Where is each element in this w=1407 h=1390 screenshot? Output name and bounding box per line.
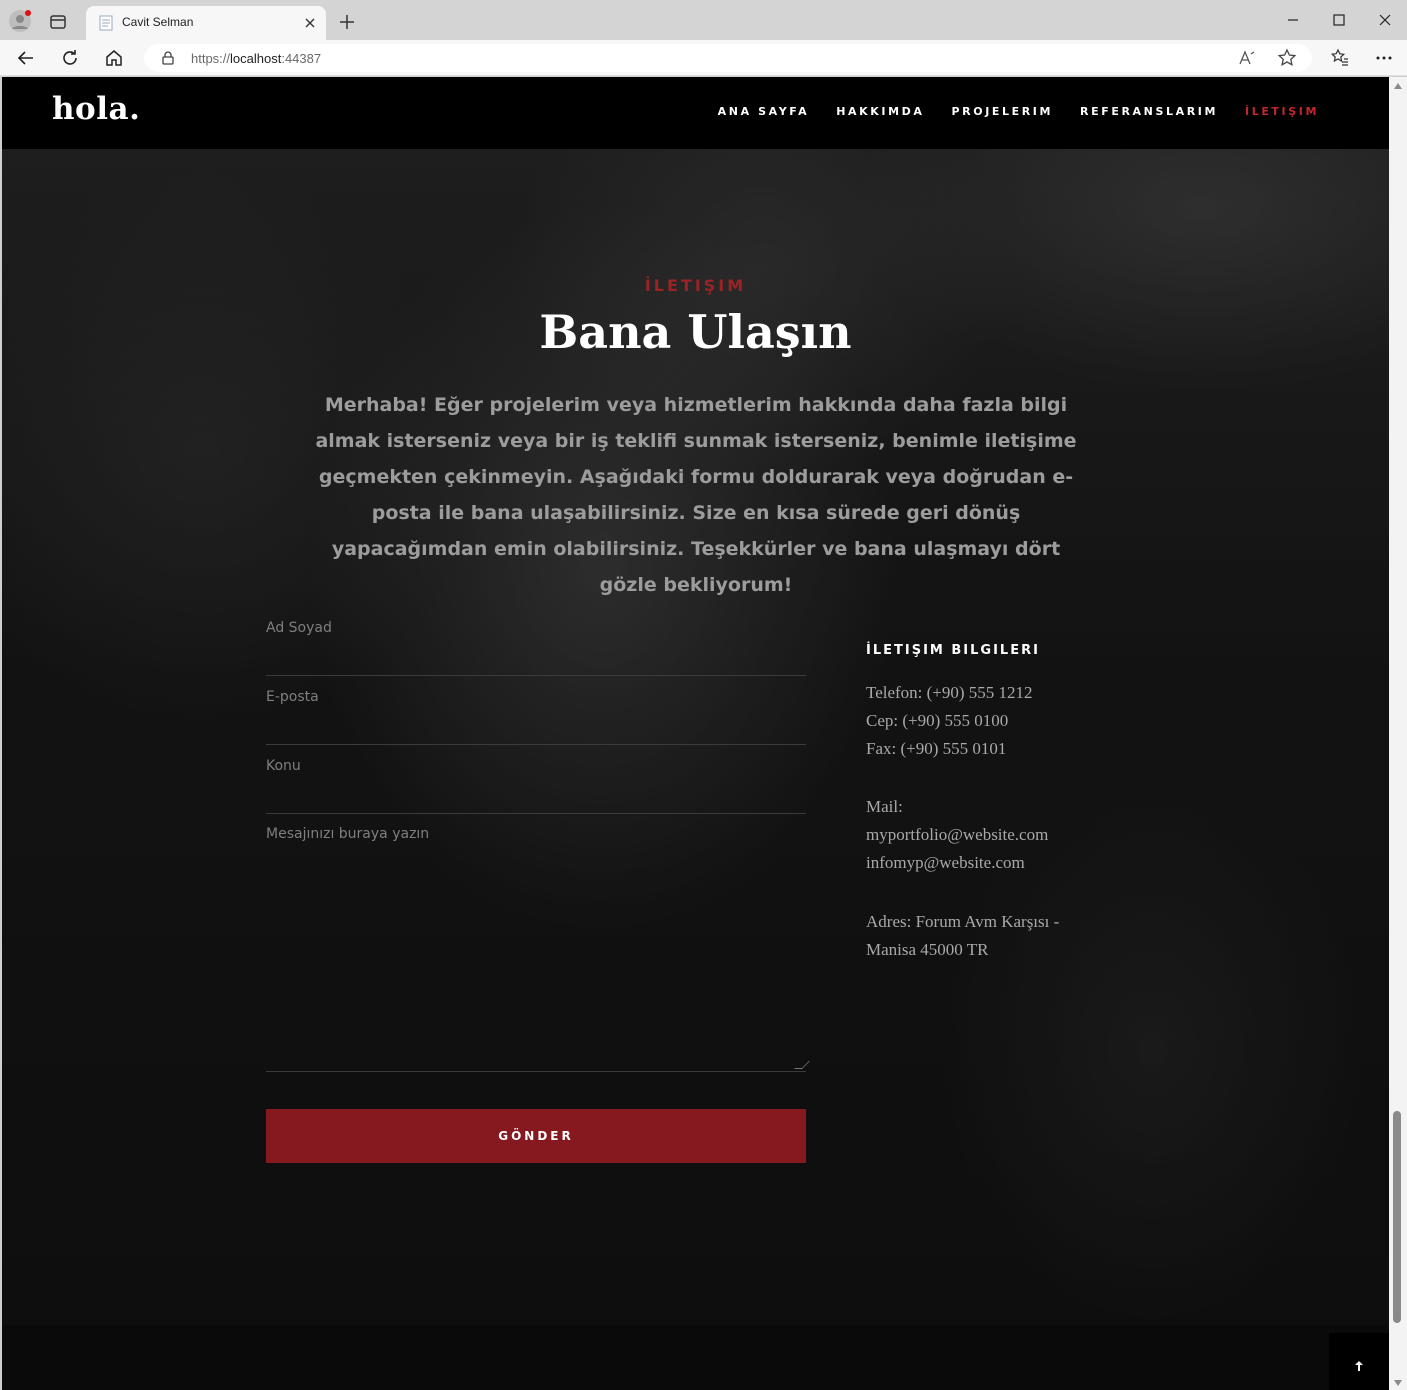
browser-tab-bar: Cavit Selman <box>0 0 1407 40</box>
scroll-up-arrow-icon[interactable] <box>1394 83 1402 89</box>
nav-link-home[interactable]: ANA SAYFA <box>718 105 810 118</box>
mail-address-primary[interactable]: myportfolio@website.com <box>866 821 1096 849</box>
lock-icon[interactable] <box>160 50 176 66</box>
address-line-1: Adres: Forum Avm Karşısı - <box>866 912 1060 931</box>
site-logo[interactable]: hola. <box>52 91 140 127</box>
section-eyebrow: İLETIŞIM <box>644 276 747 295</box>
section-title: Bana Ulaşın <box>539 305 852 359</box>
nav-link-projects[interactable]: PROJELERIM <box>952 105 1054 118</box>
fax-text: Fax: (+90) 555 0101 <box>866 739 1007 758</box>
page-scrollbar[interactable] <box>1389 77 1407 1390</box>
contact-info: İLETIŞIM BILGILERI Telefon: (+90) 555 12… <box>866 643 1096 964</box>
more-menu-icon[interactable] <box>1374 48 1394 68</box>
scroll-down-arrow-icon[interactable] <box>1394 1380 1402 1386</box>
close-tab-icon[interactable] <box>302 15 318 31</box>
scrollbar-thumb[interactable] <box>1393 1111 1401 1323</box>
email-field-wrapper <box>266 676 806 745</box>
tab-actions-icon[interactable] <box>48 12 68 32</box>
contact-form <box>266 607 810 1072</box>
url-text: https://localhost:44387 <box>191 51 322 66</box>
new-tab-icon[interactable] <box>337 12 357 32</box>
phone-text: Telefon: (+90) 555 1212 <box>866 683 1033 702</box>
close-window-icon[interactable] <box>1375 10 1395 30</box>
page-viewport: hola. ANA SAYFA HAKKIMDA PROJELERIM REFE… <box>2 77 1389 1390</box>
contact-info-details: Telefon: (+90) 555 1212 Cep: (+90) 555 0… <box>866 679 1096 964</box>
email-input[interactable] <box>266 689 806 705</box>
home-icon[interactable] <box>104 48 124 68</box>
nav-link-about[interactable]: HAKKIMDA <box>836 105 924 118</box>
tab-title: Cavit Selman <box>122 15 194 29</box>
address-line-2: Manisa 45000 TR <box>866 940 989 959</box>
refresh-icon[interactable] <box>60 48 80 68</box>
mail-address-secondary[interactable]: infomyp@website.com <box>866 849 1096 877</box>
favorites-list-icon[interactable] <box>1330 48 1350 68</box>
main-menu: ANA SAYFA HAKKIMDA PROJELERIM REFERANSLA… <box>718 105 1319 118</box>
message-textarea[interactable] <box>266 826 806 1066</box>
back-icon[interactable] <box>16 48 36 68</box>
name-field-wrapper <box>266 607 806 676</box>
nav-link-references[interactable]: REFERANSLARIM <box>1080 105 1218 118</box>
browser-toolbar: https://localhost:44387 <box>0 40 1407 76</box>
address-bar[interactable]: https://localhost:44387 <box>144 44 1312 72</box>
submit-button[interactable]: GÖNDER <box>266 1109 806 1163</box>
nav-link-contact[interactable]: İLETIŞIM <box>1245 105 1319 118</box>
page-favicon-icon <box>98 15 114 31</box>
maximize-icon[interactable] <box>1329 10 1349 30</box>
section-intro-text: Merhaba! Eğer projelerim veya hizmetleri… <box>315 394 1077 596</box>
contact-info-heading: İLETIŞIM BILGILERI <box>866 643 1040 658</box>
mail-label: Mail: <box>866 797 903 816</box>
name-input[interactable] <box>266 620 806 636</box>
profile-icon[interactable] <box>8 9 32 33</box>
message-field-wrapper <box>266 814 810 1072</box>
minimize-icon[interactable] <box>1283 10 1303 30</box>
arrow-up-icon <box>1354 1357 1364 1371</box>
subject-input[interactable] <box>266 758 806 774</box>
browser-tab[interactable]: Cavit Selman <box>86 6 326 40</box>
favorite-star-icon[interactable] <box>1277 48 1297 68</box>
page-footer <box>2 1325 1389 1390</box>
site-navbar: hola. ANA SAYFA HAKKIMDA PROJELERIM REFE… <box>2 77 1389 149</box>
read-aloud-icon[interactable] <box>1237 48 1257 68</box>
subject-field-wrapper <box>266 745 806 814</box>
mobile-text: Cep: (+90) 555 0100 <box>866 711 1009 730</box>
back-to-top-button[interactable] <box>1329 1333 1389 1390</box>
